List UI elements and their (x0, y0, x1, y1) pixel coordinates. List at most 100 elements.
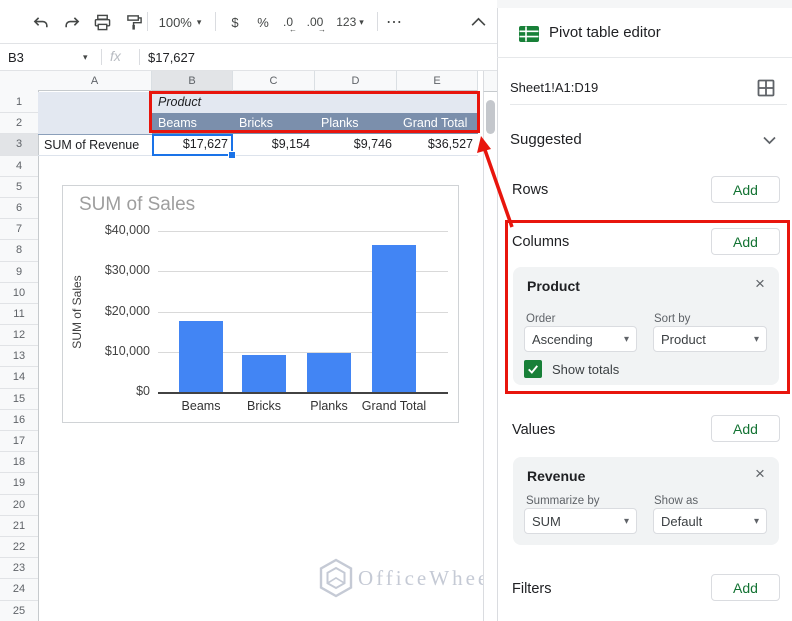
cell-B1-product-label[interactable]: Product (152, 92, 478, 113)
show-totals-checkbox[interactable] (524, 360, 542, 378)
row-header-10[interactable]: 10 (0, 283, 38, 304)
embedded-chart[interactable]: SUM of Sales SUM of Sales $0$10,000$20,0… (62, 185, 459, 423)
increase-decimal-button[interactable]: .00 → (302, 9, 328, 35)
column-header-C[interactable]: C (233, 71, 315, 91)
cell-D3-value[interactable]: $9,746 (315, 134, 397, 155)
card-title: Product (527, 278, 580, 294)
row-header-24[interactable]: 24 (0, 579, 38, 600)
cell-A1[interactable] (38, 92, 152, 113)
select-data-range-icon[interactable] (757, 79, 775, 97)
row-header-17[interactable]: 17 (0, 431, 38, 452)
sort-by-dropdown[interactable]: Product ▾ (653, 326, 767, 352)
row-header-25[interactable]: 25 (0, 601, 38, 621)
data-range-field[interactable]: Sheet1!A1:D19 (510, 80, 598, 95)
decrease-decimal-button[interactable]: .0 ← (275, 9, 301, 35)
toolbar-separator (215, 12, 216, 31)
cell-B2-header[interactable]: Beams (152, 113, 233, 134)
formula-input[interactable]: $17,627 (148, 50, 195, 65)
paint-format-icon[interactable] (121, 9, 147, 35)
left-arrow-icon: ← (289, 25, 297, 34)
row-header-21[interactable]: 21 (0, 516, 38, 537)
name-box-caret-icon[interactable]: ▾ (83, 52, 88, 63)
sort-by-label: Sort by (654, 313, 690, 325)
values-add-button[interactable]: Add (711, 415, 780, 442)
row-header-6[interactable]: 6 (0, 198, 38, 219)
row-header-12[interactable]: 12 (0, 325, 38, 346)
show-as-dropdown[interactable]: Default ▾ (653, 508, 767, 534)
row-numbers: 1234567891011121314151617181920212223242… (0, 92, 39, 621)
fill-handle[interactable] (228, 151, 236, 159)
google-sheets-window: 100% ▾ $ % .0 ← .00 → 123 ▾ ⋯ B3 ▾ fx $1… (0, 0, 792, 621)
dropdown-caret-icon: ▾ (624, 516, 629, 527)
columns-product-card: Product × Order Sort by Ascending ▾ Prod… (513, 267, 779, 385)
print-icon[interactable] (89, 9, 115, 35)
columns-add-button[interactable]: Add (711, 228, 780, 255)
vertical-scrollbar[interactable] (483, 71, 498, 621)
show-totals-label: Show totals (552, 362, 619, 377)
bar-Bricks (242, 355, 286, 392)
row-header-7[interactable]: 7 (0, 219, 38, 240)
separator (139, 49, 140, 65)
row-header-11[interactable]: 11 (0, 304, 38, 325)
divider (497, 57, 792, 58)
row-header-14[interactable]: 14 (0, 367, 38, 388)
formula-bar: B3 ▾ fx $17,627 (0, 44, 497, 71)
order-dropdown[interactable]: Ascending ▾ (524, 326, 637, 352)
column-header-D[interactable]: D (315, 71, 397, 91)
cell-C3-value[interactable]: $9,154 (233, 134, 315, 155)
row-header-8[interactable]: 8 (0, 240, 38, 261)
format-percent-button[interactable]: % (250, 9, 276, 35)
more-formats-button[interactable]: 123 ▾ (330, 9, 370, 35)
row-header-22[interactable]: 22 (0, 537, 38, 558)
hide-menus-icon[interactable] (465, 9, 491, 35)
row-header-3[interactable]: 3 (0, 134, 38, 155)
chevron-down-icon[interactable] (763, 136, 776, 145)
row-header-23[interactable]: 23 (0, 558, 38, 579)
zoom-select[interactable]: 100% ▾ (156, 9, 204, 35)
watermark: OfficeWheel (318, 540, 488, 600)
row-header-18[interactable]: 18 (0, 452, 38, 473)
row-header-13[interactable]: 13 (0, 346, 38, 367)
more-toolbar-icon[interactable]: ⋯ (381, 9, 407, 35)
toolbar-separator (377, 12, 378, 31)
cell-A3-row-label[interactable]: SUM of Revenue (38, 134, 152, 155)
select-all-corner[interactable] (0, 71, 39, 93)
cell-E2-header[interactable]: Grand Total (397, 113, 478, 134)
format-currency-button[interactable]: $ (222, 9, 248, 35)
columns-section-label: Columns (512, 234, 569, 250)
row-header-4[interactable]: 4 (0, 156, 38, 177)
rows-add-button[interactable]: Add (711, 176, 780, 203)
bar-Planks (307, 353, 351, 392)
undo-icon[interactable] (27, 9, 53, 35)
redo-icon[interactable] (59, 9, 85, 35)
suggested-section[interactable]: Suggested (510, 131, 582, 148)
row-header-19[interactable]: 19 (0, 473, 38, 494)
y-tick-label: $10,000 (82, 344, 150, 358)
column-header-E[interactable]: E (397, 71, 478, 91)
row-header-2[interactable]: 2 (0, 113, 38, 134)
close-icon[interactable]: × (755, 467, 765, 481)
zoom-value: 100% (159, 15, 192, 30)
scrollbar-thumb[interactable] (486, 100, 495, 134)
filters-add-button[interactable]: Add (711, 574, 780, 601)
column-header-B[interactable]: B (152, 71, 233, 91)
row-header-9[interactable]: 9 (0, 262, 38, 283)
row-header-1[interactable]: 1 (0, 92, 38, 113)
row-header-5[interactable]: 5 (0, 177, 38, 198)
cell-E3-value[interactable]: $36,527 (397, 134, 478, 155)
row-header-16[interactable]: 16 (0, 410, 38, 431)
gridline (158, 231, 448, 232)
rows-section-label: Rows (512, 182, 548, 198)
column-header-A[interactable]: A (38, 71, 152, 91)
scrollbar-header-cap (483, 71, 497, 92)
cell-A2[interactable] (38, 113, 152, 134)
cell-C2-header[interactable]: Bricks (233, 113, 315, 134)
row-header-15[interactable]: 15 (0, 389, 38, 410)
y-tick-label: $0 (82, 384, 150, 398)
close-icon[interactable]: × (755, 277, 765, 291)
cell-D2-header[interactable]: Planks (315, 113, 397, 134)
row-header-20[interactable]: 20 (0, 495, 38, 516)
name-box[interactable]: B3 (8, 50, 24, 65)
summarize-by-dropdown[interactable]: SUM ▾ (524, 508, 637, 534)
zoom-caret-icon: ▾ (197, 17, 202, 28)
